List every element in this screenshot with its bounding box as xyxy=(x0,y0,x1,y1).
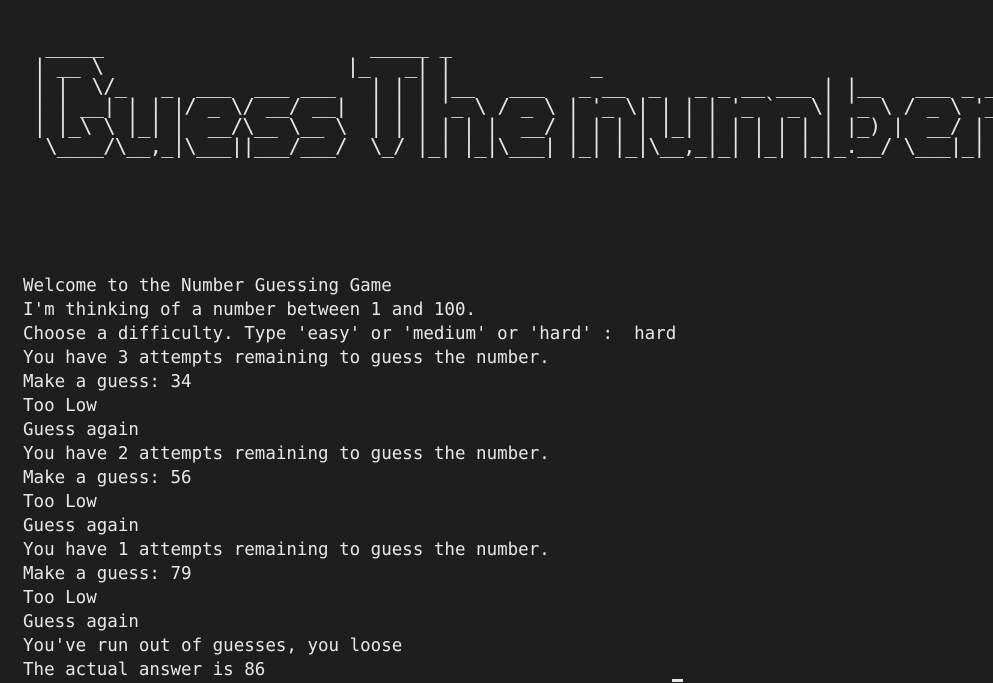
console-line: The actual answer is 86 xyxy=(23,660,266,680)
console-line: Guess again xyxy=(23,612,139,632)
console-line: You have 2 attempts remaining to guess t… xyxy=(23,444,550,464)
console-line: Make a guess: 79 xyxy=(23,564,192,584)
console-line: Welcome to the Number Guessing Game xyxy=(23,276,392,296)
console-line: You have 1 attempts remaining to guess t… xyxy=(23,540,550,560)
console-line: Guess again xyxy=(23,420,139,440)
console-line: Make a guess: 34 xyxy=(23,372,192,392)
console-line: Guess again xyxy=(23,516,139,536)
console-line: Too Low xyxy=(23,588,97,608)
console-line: I'm thinking of a number between 1 and 1… xyxy=(23,300,477,320)
terminal-window[interactable]: _____ _____ _ | __ \ |_ _| | _ | | \/_ _… xyxy=(0,0,993,683)
console-line: Choose a difficulty. Type 'easy' or 'med… xyxy=(23,324,677,344)
ascii-art-banner: _____ _____ _ | __ \ |_ _| | _ | | \/_ _… xyxy=(33,34,993,158)
console-line: You have 3 attempts remaining to guess t… xyxy=(23,348,550,368)
console-line: Make a guess: 56 xyxy=(23,468,192,488)
console-output: Welcome to the Number Guessing Game I'm t… xyxy=(23,274,676,682)
console-line: Too Low xyxy=(23,396,97,416)
text-cursor xyxy=(672,679,683,682)
console-line: You've run out of guesses, you loose xyxy=(23,636,403,656)
console-line: Too Low xyxy=(23,492,97,512)
